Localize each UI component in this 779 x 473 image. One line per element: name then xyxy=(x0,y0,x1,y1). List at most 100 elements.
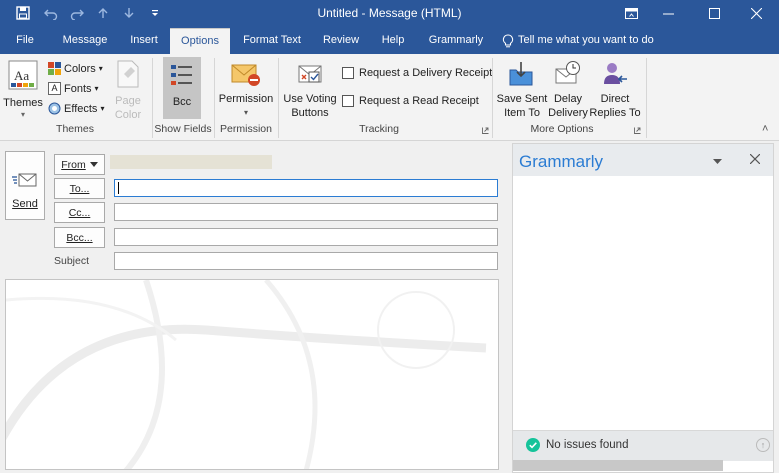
fonts-icon: A xyxy=(48,82,61,95)
panel-close-icon[interactable] xyxy=(749,153,761,167)
delivery-receipt-label: Request a Delivery Receipt xyxy=(359,67,493,79)
grammarly-status: No issues found xyxy=(546,439,629,451)
voting-icon xyxy=(298,65,322,83)
separator xyxy=(492,58,493,138)
cc-label: Cc... xyxy=(68,206,91,219)
separator xyxy=(278,58,279,138)
stationery-swirl-background xyxy=(6,280,487,469)
permission-label: Permission xyxy=(218,93,274,105)
horizontal-scrollbar[interactable] xyxy=(513,460,723,471)
bcc-field-label: Bcc... xyxy=(66,231,93,244)
from-label: From xyxy=(61,158,86,171)
tab-options[interactable]: Options xyxy=(170,28,230,55)
grammarly-status-bar: No issues found ↑ xyxy=(513,430,773,461)
tracking-group-label: Tracking xyxy=(359,123,399,135)
tab-file[interactable]: File xyxy=(8,27,42,54)
effects-label: Effects xyxy=(64,102,98,115)
maximize-icon[interactable] xyxy=(691,0,737,27)
ribbon-tabs: File Message Insert Options Format Text … xyxy=(0,27,779,55)
themes-button[interactable]: Aa Themes ▾ xyxy=(3,58,43,120)
to-button[interactable]: To... xyxy=(54,178,105,199)
grammarly-header: Grammarly xyxy=(513,144,773,176)
to-input[interactable] xyxy=(114,179,498,197)
minimize-icon[interactable] xyxy=(645,0,691,27)
tab-format-text[interactable]: Format Text xyxy=(238,27,306,54)
delay-delivery-button[interactable]: Delay Delivery xyxy=(548,58,588,120)
delay-delivery-icon xyxy=(555,61,580,84)
colors-label: Colors xyxy=(64,62,96,75)
fonts-label: Fonts xyxy=(64,82,92,95)
send-label: Send xyxy=(12,198,38,210)
tell-me-search[interactable]: Tell me what you want to do xyxy=(502,27,672,54)
collapse-ribbon-icon[interactable]: ˄ xyxy=(762,124,772,135)
direct-replies-button[interactable]: Direct Replies To xyxy=(589,58,641,120)
effects-icon xyxy=(48,102,61,115)
effects-button[interactable]: Effects ▾ xyxy=(48,102,104,115)
panel-options-icon[interactable] xyxy=(713,156,722,168)
show-fields-group-label: Show Fields xyxy=(154,123,212,135)
tab-insert[interactable]: Insert xyxy=(124,27,164,54)
tracking-dialog-launcher-icon[interactable] xyxy=(482,125,489,134)
svg-text:Aa: Aa xyxy=(14,68,29,83)
bcc-input[interactable] xyxy=(114,228,498,246)
bcc-label: Bcc xyxy=(172,96,192,108)
fonts-button[interactable]: A Fonts ▾ xyxy=(48,82,99,95)
permission-group-label: Permission xyxy=(220,123,272,135)
permission-button[interactable]: Permission ▾ xyxy=(218,58,274,120)
tab-review[interactable]: Review xyxy=(318,27,364,54)
read-receipt-label: Request a Read Receipt xyxy=(359,95,479,107)
bcc-button[interactable]: Bcc... xyxy=(54,227,105,248)
permission-icon xyxy=(231,64,260,86)
page-color-icon xyxy=(117,60,139,88)
send-button[interactable]: Send xyxy=(5,151,45,220)
bcc-icon xyxy=(171,65,192,85)
colors-icon xyxy=(48,62,61,75)
tell-me-text: Tell me what you want to do xyxy=(518,34,654,46)
tab-help[interactable]: Help xyxy=(376,27,410,54)
subject-label: Subject xyxy=(54,255,90,267)
more-options-group-label: More Options xyxy=(530,123,594,135)
read-receipt-checkbox[interactable]: Request a Read Receipt xyxy=(342,95,479,107)
themes-group-label: Themes xyxy=(56,123,94,135)
grammarly-panel: Grammarly No issues found ↑ xyxy=(512,143,774,473)
permission-dropdown-icon: ▾ xyxy=(243,108,248,117)
text-cursor xyxy=(118,182,119,194)
cc-input[interactable] xyxy=(114,203,498,221)
voting-label: Use Voting Buttons xyxy=(283,93,337,119)
direct-replies-label: Direct Replies To xyxy=(589,93,641,119)
page-color-button[interactable]: Page Color xyxy=(110,58,146,121)
title-bar: Untitled - Message (HTML) xyxy=(0,0,779,27)
scroll-up-icon[interactable]: ↑ xyxy=(756,438,770,452)
colors-button[interactable]: Colors ▾ xyxy=(48,62,103,75)
save-sent-item-button[interactable]: Save Sent Item To xyxy=(496,58,548,120)
close-icon[interactable] xyxy=(733,0,779,27)
chevron-down-icon xyxy=(89,161,98,167)
tab-grammarly[interactable]: Grammarly xyxy=(422,27,490,54)
grammarly-title: Grammarly xyxy=(519,152,604,171)
themes-dropdown-icon: ▾ xyxy=(20,110,25,119)
ribbon: Aa Themes ▾ Colors ▾ A Fonts ▾ Effects ▾ Pa… xyxy=(0,54,779,141)
from-address-redacted xyxy=(110,155,272,169)
to-label: To... xyxy=(69,182,90,195)
checkbox-icon xyxy=(342,67,354,79)
from-button[interactable]: From xyxy=(54,154,105,175)
subject-input[interactable] xyxy=(114,252,498,270)
delay-delivery-label: Delay Delivery xyxy=(548,93,588,119)
more-options-dialog-launcher-icon[interactable] xyxy=(634,125,641,134)
page-color-label: Page Color xyxy=(114,95,142,121)
voting-buttons-button[interactable]: Use Voting Buttons xyxy=(282,58,338,120)
checkbox-icon xyxy=(342,95,354,107)
save-sent-label: Save Sent Item To xyxy=(496,93,548,119)
message-body[interactable] xyxy=(5,279,499,470)
check-circle-icon xyxy=(526,438,540,452)
separator xyxy=(646,58,647,138)
cc-button[interactable]: Cc... xyxy=(54,202,105,223)
send-icon xyxy=(12,173,37,187)
themes-icon: Aa xyxy=(8,60,38,90)
direct-replies-icon xyxy=(604,63,627,84)
tab-message[interactable]: Message xyxy=(57,27,113,54)
delivery-receipt-checkbox[interactable]: Request a Delivery Receipt xyxy=(342,67,492,79)
lightbulb-icon xyxy=(502,33,514,47)
save-sent-icon xyxy=(509,62,533,86)
bcc-toggle-button[interactable]: Bcc xyxy=(163,57,201,119)
